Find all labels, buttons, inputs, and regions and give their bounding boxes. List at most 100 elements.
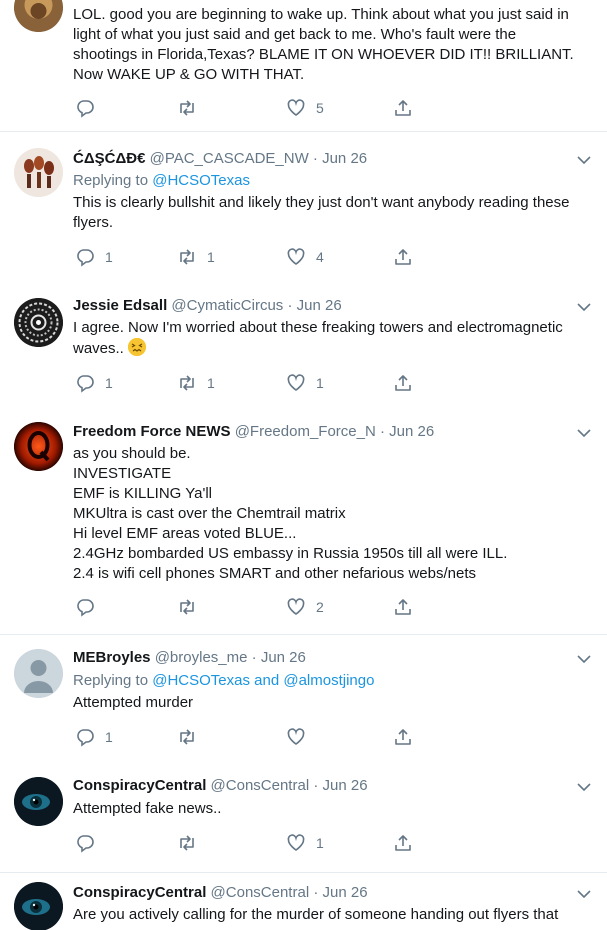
tweet-date[interactable]: Jun 26 [261, 649, 306, 666]
tweet[interactable]: Jessie Edsall @CymaticCircus · Jun 26 I … [0, 280, 607, 412]
reply-button[interactable]: 1 [75, 727, 113, 747]
like-button[interactable] [286, 727, 316, 747]
tweet-header: MEBroyles @broyles_me · Jun 26 [73, 648, 306, 668]
eye-avatar-icon[interactable] [14, 777, 63, 826]
mention-link[interactable]: @HCSOTexas [152, 172, 250, 189]
retweet-button[interactable] [177, 98, 207, 118]
share-button[interactable] [393, 98, 413, 118]
like-button[interactable]: 5 [286, 98, 324, 118]
reply-button[interactable]: 1 [75, 373, 113, 393]
tweet[interactable]: ConspiracyCentral @ConsCentral · Jun 26 … [0, 766, 607, 872]
tweet-date[interactable]: Jun 26 [323, 777, 368, 794]
tweet-header: ConspiracyCentral @ConsCentral · Jun 26 [73, 776, 368, 796]
reply-count: 1 [105, 375, 113, 391]
tweet-text-line: as you should be. [73, 445, 191, 462]
share-icon [395, 249, 411, 265]
reply-icon [77, 375, 94, 393]
reply-button[interactable] [75, 98, 105, 118]
retweet-button[interactable] [177, 727, 207, 747]
reply-button[interactable]: 1 [75, 247, 113, 267]
tweet[interactable]: LOL. good you are beginning to wake up. … [0, 0, 607, 131]
mention-link[interactable]: @HCSOTexas [152, 672, 250, 689]
chevron-down-icon[interactable] [576, 299, 592, 315]
tweet-header: ĆΔŞĆΔÐ€ @PAC_CASCADE_NW · Jun 26 [73, 149, 367, 169]
share-button[interactable] [393, 247, 413, 267]
skulls-avatar-icon[interactable] [14, 148, 63, 197]
separator-dot: · [313, 777, 319, 794]
retweet-button[interactable]: 1 [177, 373, 215, 393]
reply-icon [77, 249, 94, 267]
user-handle[interactable]: @CymaticCircus [171, 297, 283, 314]
tweet-date[interactable]: Jun 26 [322, 150, 367, 167]
user-handle[interactable]: @broyles_me [155, 649, 248, 666]
tweet-text-line: I agree. Now I'm worried about these fre… [73, 319, 563, 336]
user-handle[interactable]: @PAC_CASCADE_NW [150, 150, 309, 167]
user-name[interactable]: MEBroyles [73, 649, 151, 666]
cymatic-pattern-avatar-icon[interactable] [14, 298, 63, 347]
tweet-text-line: Hi level EMF areas voted BLUE... [73, 525, 297, 542]
like-count: 4 [316, 249, 324, 265]
user-handle[interactable]: @Freedom_Force_N [235, 423, 376, 440]
like-button[interactable]: 2 [286, 597, 324, 617]
tweet[interactable]: ĆΔŞĆΔÐ€ @PAC_CASCADE_NW · Jun 26 Replyin… [0, 132, 607, 279]
tweet-header: ConspiracyCentral @ConsCentral · Jun 26 [73, 883, 368, 903]
user-name[interactable]: Jessie Edsall [73, 297, 167, 314]
separator-dot: · [313, 884, 319, 901]
chevron-down-icon[interactable] [576, 152, 592, 168]
user-name[interactable]: ConspiracyCentral [73, 777, 206, 794]
share-icon [395, 835, 411, 851]
replying-to: Replying to @HCSOTexas and @almostjingo [73, 671, 374, 691]
share-icon [395, 729, 411, 745]
tweet-text: Attempted murder [73, 693, 598, 713]
mention-link[interactable]: @almostjingo [283, 672, 374, 689]
retweet-button[interactable] [177, 597, 207, 617]
reply-button[interactable] [75, 833, 105, 853]
user-name[interactable]: Freedom Force NEWS [73, 423, 231, 440]
retweet-icon [180, 100, 194, 116]
reply-count: 1 [105, 249, 113, 265]
retweet-icon [180, 599, 194, 615]
like-count: 5 [316, 100, 324, 116]
default-profile-avatar-icon[interactable] [14, 649, 63, 698]
chevron-down-icon[interactable] [576, 425, 592, 441]
tweet-date[interactable]: Jun 26 [389, 423, 434, 440]
user-name[interactable]: ConspiracyCentral [73, 884, 206, 901]
chevron-down-icon[interactable] [576, 779, 592, 795]
tweet-date[interactable]: Jun 26 [297, 297, 342, 314]
reply-icon [77, 729, 94, 747]
chevron-down-icon[interactable] [576, 886, 592, 902]
share-button[interactable] [393, 833, 413, 853]
like-button[interactable]: 4 [286, 247, 324, 267]
share-button[interactable] [393, 727, 413, 747]
tweet-actions: 2 [73, 597, 433, 617]
like-button[interactable]: 1 [286, 833, 324, 853]
separator-dot: · [379, 423, 385, 440]
like-button[interactable]: 1 [286, 373, 324, 393]
share-icon [395, 375, 411, 391]
retweet-button[interactable]: 1 [177, 247, 215, 267]
user-handle[interactable]: @ConsCentral [211, 777, 310, 794]
tweet-text-line: LOL. good you are beginning to wake up. … [73, 6, 569, 23]
tweet[interactable]: ConspiracyCentral @ConsCentral · Jun 26 … [0, 873, 607, 930]
tweet-date[interactable]: Jun 26 [323, 884, 368, 901]
reply-button[interactable] [75, 597, 105, 617]
tweet-header: Jessie Edsall @CymaticCircus · Jun 26 [73, 296, 342, 316]
heart-icon [287, 834, 305, 851]
retweet-icon [180, 249, 194, 265]
retweet-button[interactable] [177, 833, 207, 853]
lion-avatar-icon[interactable] [14, 0, 63, 32]
share-button[interactable] [393, 597, 413, 617]
tweet-actions: 1 1 4 [73, 247, 433, 267]
reply-icon [77, 835, 94, 853]
chevron-down-icon[interactable] [576, 651, 592, 667]
q-logo-avatar-icon[interactable] [14, 422, 63, 471]
user-name[interactable]: ĆΔŞĆΔÐ€ [73, 150, 145, 167]
heart-icon [287, 99, 305, 116]
eye-avatar-icon[interactable] [14, 882, 63, 930]
tweet[interactable]: MEBroyles @broyles_me · Jun 26 Replying … [0, 635, 607, 766]
user-handle[interactable]: @ConsCentral [211, 884, 310, 901]
tweet-header: Freedom Force NEWS @Freedom_Force_N · Ju… [73, 422, 434, 442]
tweet[interactable]: Freedom Force NEWS @Freedom_Force_N · Ju… [0, 412, 607, 634]
share-button[interactable] [393, 373, 413, 393]
like-count: 1 [316, 375, 324, 391]
